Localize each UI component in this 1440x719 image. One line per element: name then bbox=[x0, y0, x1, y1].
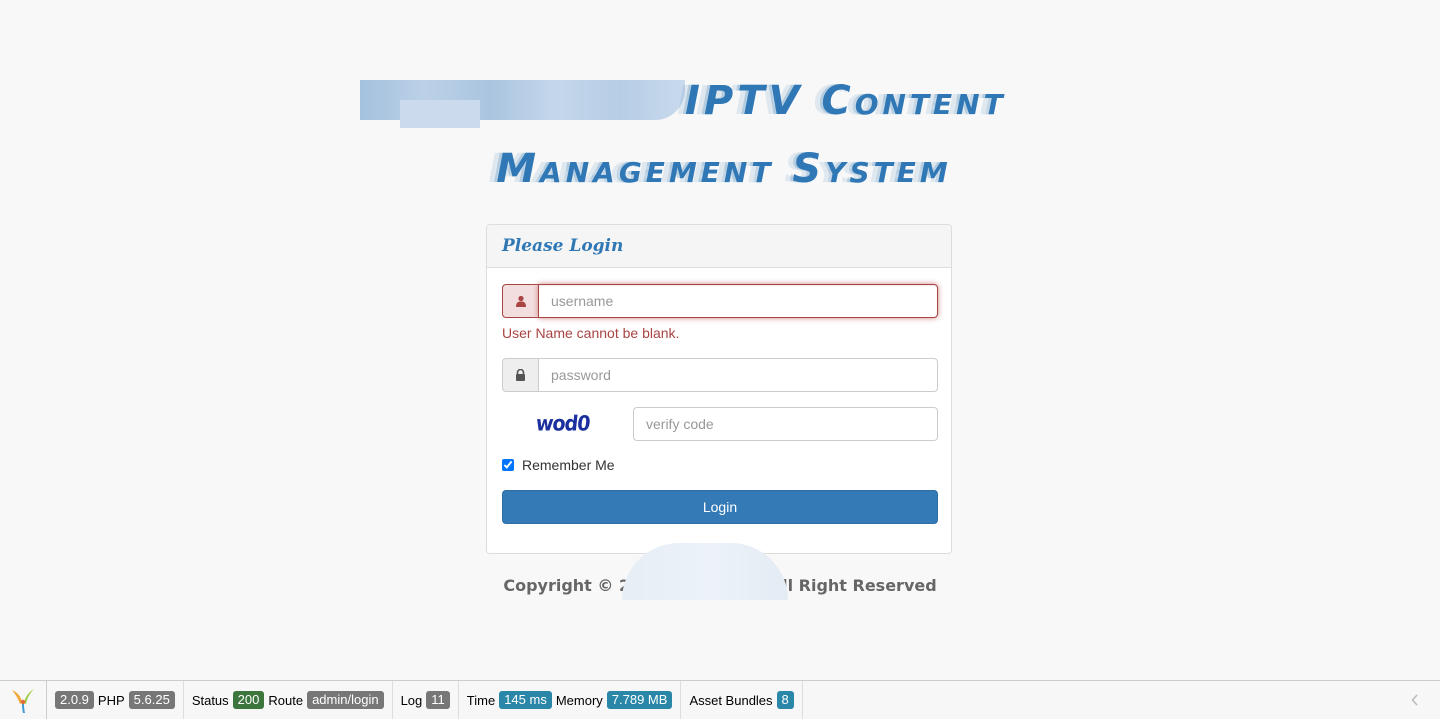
login-button[interactable]: Login bbox=[502, 490, 938, 524]
username-input[interactable] bbox=[538, 284, 938, 318]
log-label: Log bbox=[400, 692, 423, 708]
username-group: User Name cannot be blank. bbox=[502, 284, 938, 341]
redacted-logo-block bbox=[360, 80, 685, 128]
user-icon bbox=[502, 284, 538, 318]
remember-me-text: Remember Me bbox=[522, 457, 615, 473]
yii-logo-icon[interactable] bbox=[0, 681, 47, 719]
debug-toolbar: 2.0.9 PHP 5.6.25 Status 200 Route admin/… bbox=[0, 680, 1440, 719]
title-text-2: Management System bbox=[496, 146, 952, 192]
panel-heading: Please Login bbox=[487, 225, 951, 268]
password-group bbox=[502, 358, 938, 392]
remember-me-checkbox[interactable] bbox=[502, 459, 514, 471]
copyright-left: Copyright © 2 bbox=[503, 576, 631, 595]
time-badge: 145 ms bbox=[499, 691, 552, 709]
title-line-1: IPTV Content bbox=[320, 78, 1080, 134]
php-label: PHP bbox=[97, 692, 125, 708]
title-line-2: Management System bbox=[0, 146, 1440, 192]
toolbar-log[interactable]: Log 11 bbox=[393, 681, 459, 719]
login-page: IPTV Content Management System Please Lo… bbox=[0, 0, 1440, 719]
yii-version-badge: 2.0.9 bbox=[55, 691, 94, 709]
remember-me-group: Remember Me bbox=[502, 457, 938, 473]
memory-label: Memory bbox=[555, 692, 603, 708]
remember-me-label[interactable]: Remember Me bbox=[502, 457, 938, 473]
captcha-group: wod0 bbox=[502, 407, 938, 441]
asset-bundles-label: Asset Bundles bbox=[689, 692, 773, 708]
chevron-left-icon[interactable] bbox=[1390, 681, 1440, 719]
captcha-text: wod0 bbox=[535, 411, 591, 437]
password-input[interactable] bbox=[538, 358, 938, 392]
log-count-badge: 11 bbox=[426, 691, 450, 709]
toolbar-request[interactable]: Status 200 Route admin/login bbox=[184, 681, 393, 719]
route-badge: admin/login bbox=[307, 691, 384, 709]
panel-title: Please Login bbox=[502, 236, 624, 256]
toolbar-version[interactable]: 2.0.9 PHP 5.6.25 bbox=[47, 681, 184, 719]
status-badge: 200 bbox=[232, 691, 265, 709]
time-label: Time bbox=[466, 692, 496, 708]
toolbar-profiling[interactable]: Time 145 ms Memory 7.789 MB bbox=[459, 681, 682, 719]
title-text-1: IPTV Content bbox=[685, 78, 1007, 124]
lock-icon bbox=[502, 358, 538, 392]
php-version-badge: 5.6.25 bbox=[128, 691, 175, 709]
toolbar-assets[interactable]: Asset Bundles 8 bbox=[681, 681, 803, 719]
captcha-image[interactable]: wod0 bbox=[502, 407, 624, 441]
route-label: Route bbox=[268, 692, 304, 708]
asset-bundles-badge: 8 bbox=[776, 691, 794, 709]
copyright-right: ll Right Reserved bbox=[782, 576, 937, 595]
username-error-message: User Name cannot be blank. bbox=[502, 325, 680, 341]
verify-code-input[interactable] bbox=[633, 407, 938, 441]
login-button-group: Login bbox=[502, 490, 938, 524]
memory-badge: 7.789 MB bbox=[606, 691, 673, 709]
login-panel: Please Login User Name cannot be blank. bbox=[486, 224, 952, 554]
status-label: Status bbox=[191, 692, 229, 708]
